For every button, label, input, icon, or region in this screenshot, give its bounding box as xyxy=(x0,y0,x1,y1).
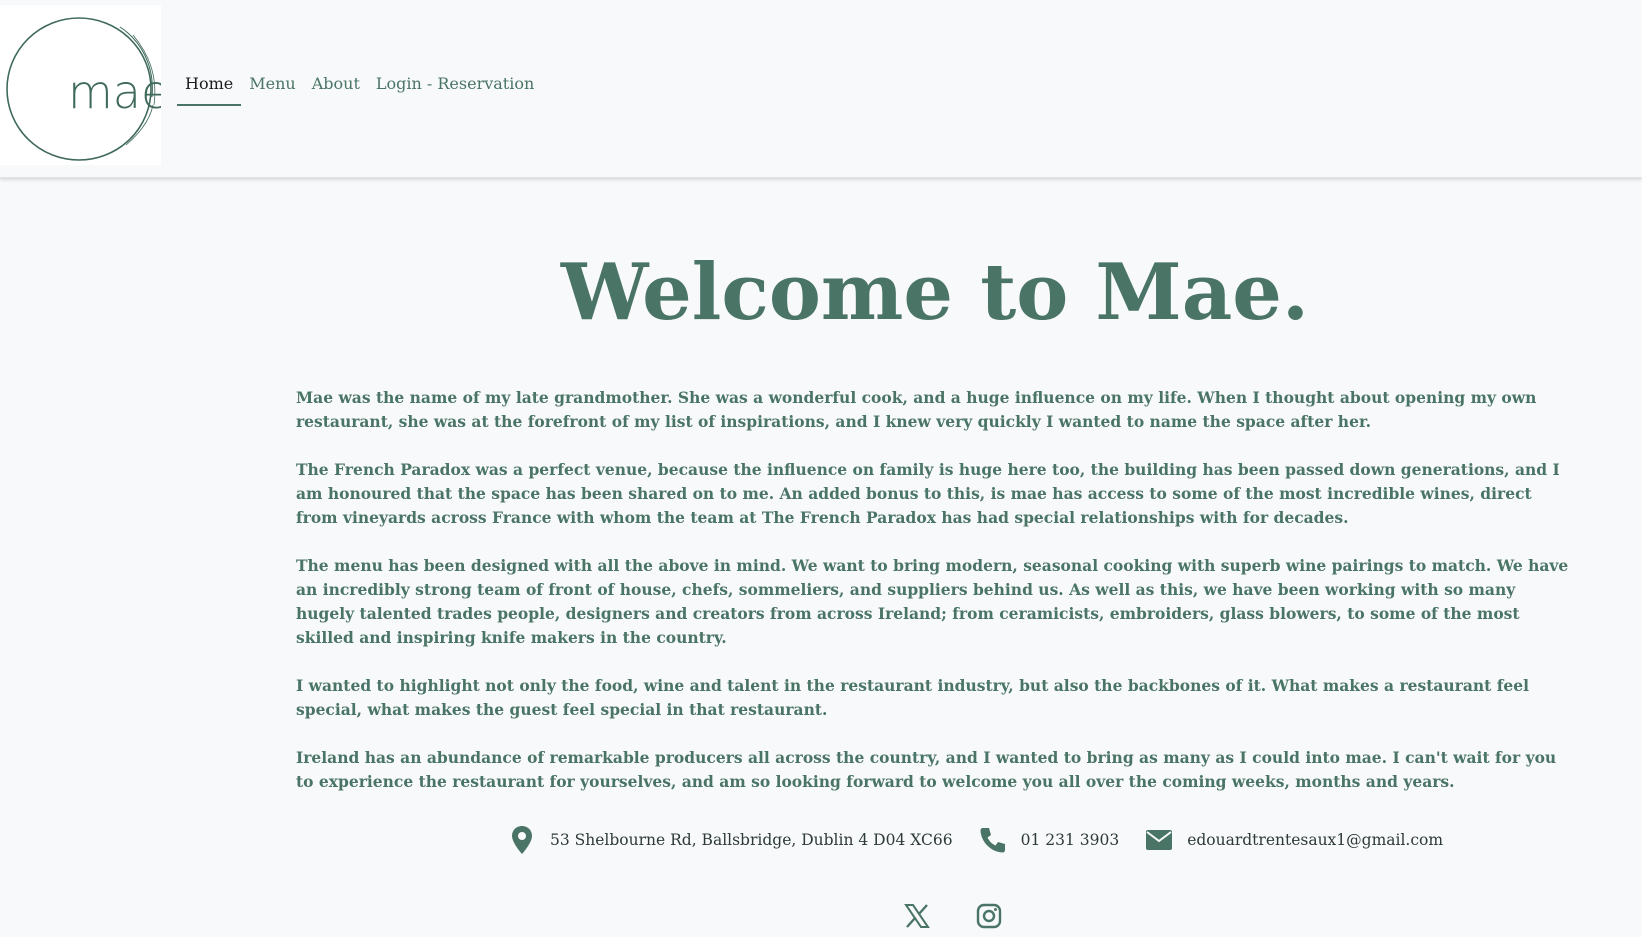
nav-about[interactable]: About xyxy=(304,70,368,106)
nav-login-reservation[interactable]: Login - Reservation xyxy=(368,70,542,106)
address-text: 53 Shelbourne Rd, Ballsbridge, Dublin 4 … xyxy=(550,831,953,849)
intro-paragraph: The French Paradox was a perfect venue, … xyxy=(296,460,1560,527)
contact-phone: 01 231 3903 xyxy=(979,824,1120,856)
nav-menu[interactable]: Menu xyxy=(241,70,303,106)
intro-paragraph: Mae was the name of my late grandmother.… xyxy=(296,388,1537,431)
logo-circle-icon: mae xyxy=(6,17,161,161)
social-links xyxy=(904,903,1048,931)
map-marker-icon xyxy=(508,824,536,856)
envelope-icon xyxy=(1145,824,1173,856)
top-navbar: mae Home Menu About Login - Reservation xyxy=(0,0,1642,178)
phone-icon xyxy=(979,824,1007,856)
main-nav: Home Menu About Login - Reservation xyxy=(177,70,542,106)
intro-paragraph: Ireland has an abundance of remarkable p… xyxy=(296,748,1557,791)
nav-home[interactable]: Home xyxy=(177,70,242,106)
x-twitter-icon[interactable] xyxy=(904,903,932,931)
contact-address: 53 Shelbourne Rd, Ballsbridge, Dublin 4 … xyxy=(508,824,953,856)
email-text[interactable]: edouardtrentesaux1@gmail.com xyxy=(1187,831,1443,849)
intro-content: Mae was the name of my late grandmother.… xyxy=(296,386,1576,818)
page-title: Welcome to Mae. xyxy=(560,247,1310,338)
phone-text: 01 231 3903 xyxy=(1020,831,1120,849)
intro-paragraph: The menu has been designed with all the … xyxy=(296,556,1569,647)
instagram-icon[interactable] xyxy=(976,903,1004,931)
mae-logo[interactable]: mae xyxy=(0,5,161,165)
intro-paragraph: I wanted to highlight not only the food,… xyxy=(296,676,1529,719)
logo-wordmark: mae xyxy=(68,65,161,119)
contact-info: 53 Shelbourne Rd, Ballsbridge, Dublin 4 … xyxy=(508,820,1469,860)
contact-email: edouardtrentesaux1@gmail.com xyxy=(1145,824,1443,856)
